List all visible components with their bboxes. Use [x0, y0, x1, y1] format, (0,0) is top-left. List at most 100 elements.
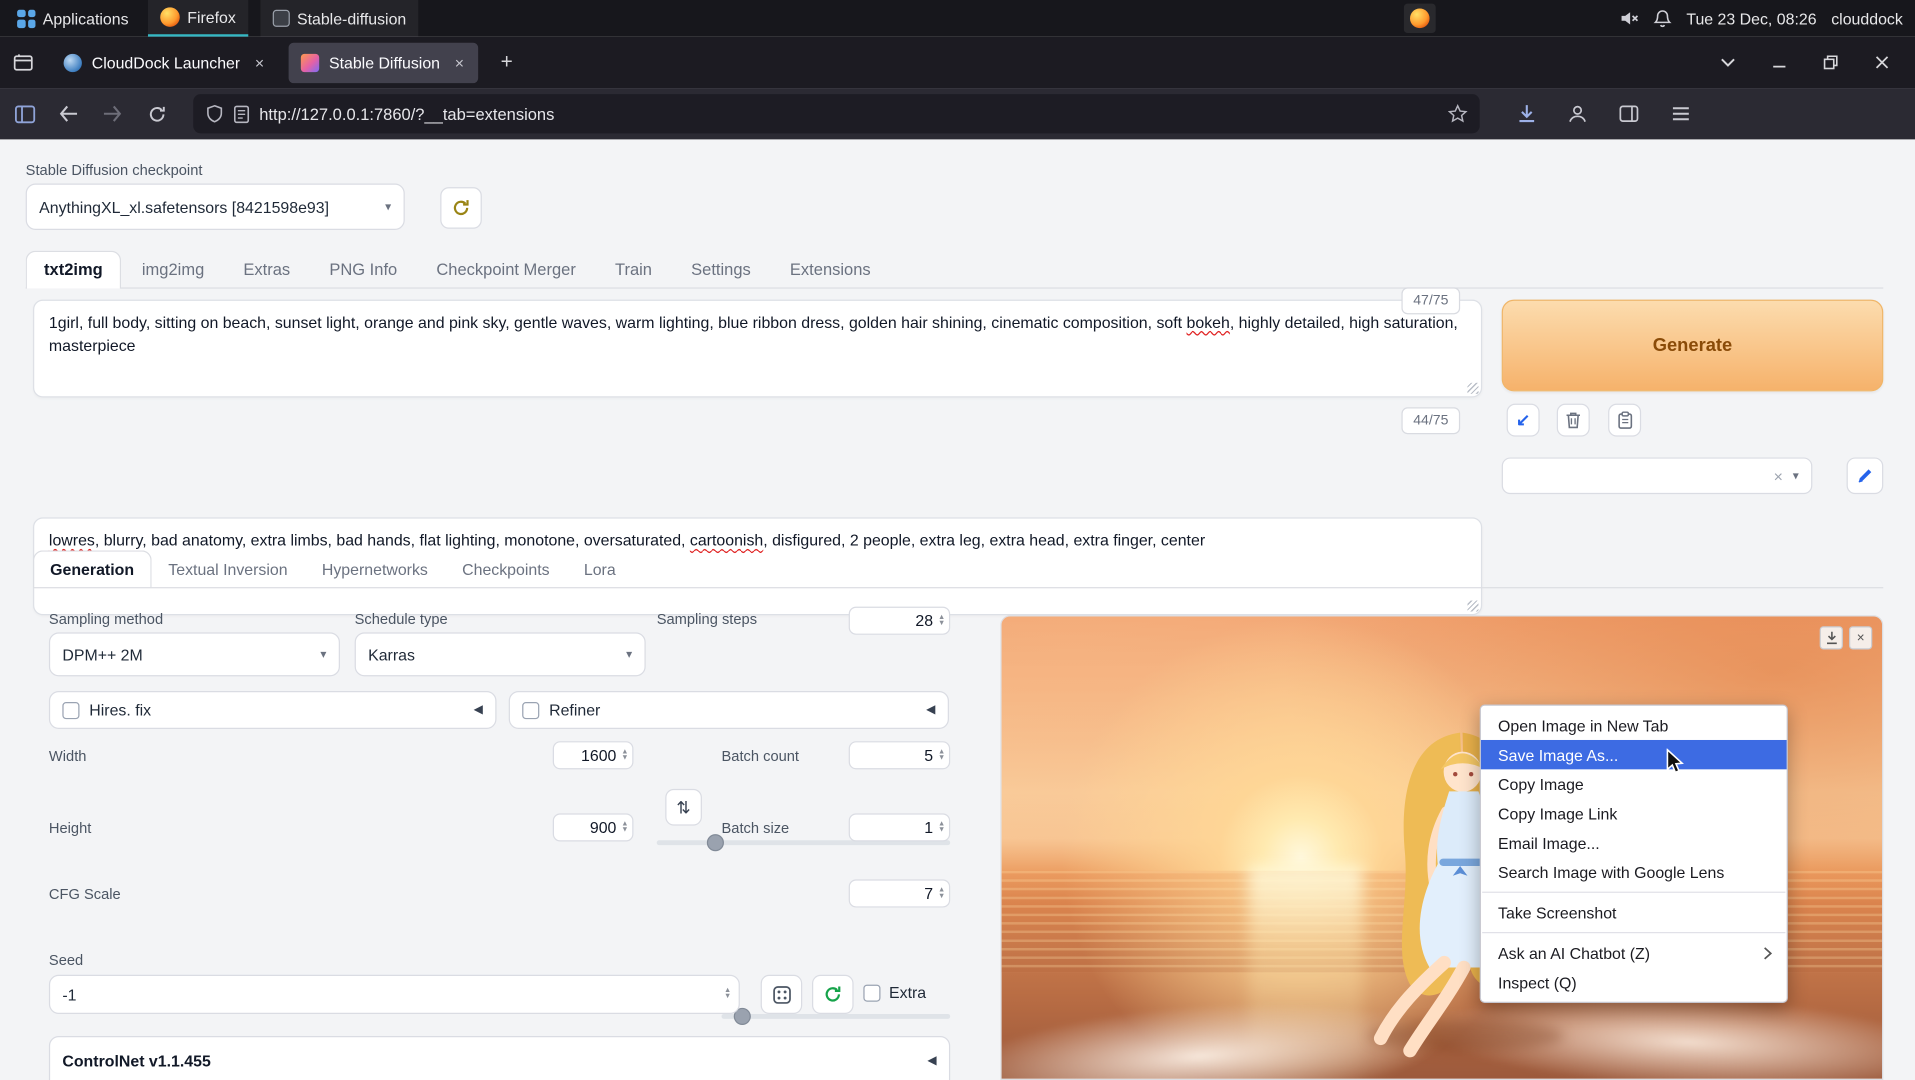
back-button[interactable] — [49, 95, 88, 132]
spinner-icons[interactable]: ▲▼ — [724, 988, 731, 1000]
generate-button[interactable]: Generate — [1502, 300, 1884, 392]
taskbar-username[interactable]: clouddock — [1831, 9, 1903, 27]
url-text[interactable]: http://127.0.0.1:7860/?__tab=extensions — [259, 105, 1438, 123]
url-bar[interactable]: http://127.0.0.1:7860/?__tab=extensions — [193, 94, 1479, 133]
edit-styles-button[interactable] — [1847, 457, 1884, 494]
menu-item-search-google-lens[interactable]: Search Image with Google Lens — [1481, 857, 1787, 886]
image-download-button[interactable] — [1820, 626, 1843, 649]
tab-txt2img[interactable]: txt2img — [26, 251, 121, 289]
tab-train[interactable]: Train — [597, 251, 671, 289]
tab-close-icon[interactable]: × — [250, 53, 269, 71]
refiner-checkbox[interactable] — [522, 701, 539, 718]
bookmark-star-icon[interactable] — [1448, 104, 1468, 124]
spinner-icons[interactable]: ▲▼ — [938, 821, 945, 833]
tab-close-icon[interactable]: × — [450, 53, 469, 71]
spinner-icons[interactable]: ▲▼ — [938, 749, 945, 761]
tab-extensions[interactable]: Extensions — [772, 251, 889, 289]
tab-img2img[interactable]: img2img — [124, 251, 223, 289]
taskbar-clock[interactable]: Tue 23 Dec, 08:26 — [1686, 9, 1816, 27]
firefox-dock-launcher[interactable] — [1404, 4, 1436, 33]
menu-item-inspect[interactable]: Inspect (Q) — [1481, 967, 1787, 996]
notifications-bell-icon[interactable] — [1653, 9, 1671, 29]
menu-item-email-image[interactable]: Email Image... — [1481, 828, 1787, 857]
reload-button[interactable] — [137, 95, 176, 132]
cfg-scale-input[interactable]: 7 ▲▼ — [849, 879, 951, 907]
menu-item-copy-image[interactable]: Copy Image — [1481, 769, 1787, 798]
batch-count-input[interactable]: 5 ▲▼ — [849, 741, 951, 769]
subtab-hypernetworks[interactable]: Hypernetworks — [305, 550, 445, 588]
menu-item-copy-image-link[interactable]: Copy Image Link — [1481, 799, 1787, 828]
hires-fix-checkbox[interactable] — [62, 701, 79, 718]
browser-tab-clouddock[interactable]: CloudDock Launcher × — [51, 42, 278, 82]
tab-png-info[interactable]: PNG Info — [311, 251, 416, 289]
browser-tab-stable-diffusion[interactable]: Stable Diffusion × — [289, 42, 479, 82]
clouddock-favicon — [64, 53, 82, 71]
hires-fix-accordion[interactable]: Hires. fix ◀ — [49, 691, 497, 729]
account-icon[interactable] — [1558, 95, 1597, 132]
tab-extras[interactable]: Extras — [225, 251, 308, 289]
list-all-tabs-button[interactable] — [1712, 46, 1744, 78]
spinner-icons[interactable]: ▲▼ — [938, 887, 945, 899]
downloads-icon[interactable] — [1507, 95, 1546, 132]
forward-button[interactable] — [93, 95, 132, 132]
apply-styles-button[interactable] — [1608, 404, 1641, 437]
sampling-method-select[interactable]: DPM++ 2M ▾ — [49, 632, 340, 676]
refresh-checkpoint-button[interactable] — [440, 187, 482, 229]
taskbar-window-firefox[interactable]: Firefox — [148, 0, 248, 37]
tab-divider — [26, 287, 1884, 288]
subtab-textual-inversion[interactable]: Textual Inversion — [151, 550, 305, 588]
reuse-seed-button[interactable] — [812, 975, 854, 1014]
clear-prompt-button[interactable] — [1557, 404, 1590, 437]
menu-item-ask-ai-chatbot[interactable]: Ask an AI Chatbot (Z) — [1481, 938, 1787, 967]
tab-settings[interactable]: Settings — [673, 251, 769, 289]
menu-item-save-image-as[interactable]: Save Image As... — [1481, 740, 1787, 769]
width-input[interactable]: 1600 ▲▼ — [553, 741, 634, 769]
schedule-type-select[interactable]: Karras ▾ — [355, 632, 646, 676]
page-info-icon[interactable] — [234, 105, 250, 123]
height-label: Height — [49, 819, 91, 836]
clear-styles-icon[interactable]: × — [1774, 467, 1783, 485]
batch-size-input[interactable]: 1 ▲▼ — [849, 813, 951, 841]
seed-input[interactable]: -1 ▲▼ — [49, 975, 740, 1014]
checkpoint-dropdown[interactable]: AnythingXL_xl.safetensors [8421598e93] ▾ — [26, 183, 405, 229]
subtab-checkpoints[interactable]: Checkpoints — [445, 550, 567, 588]
collapse-arrow-icon[interactable]: ◀ — [474, 703, 483, 716]
tracking-shield-icon[interactable] — [205, 104, 223, 124]
menu-item-open-image[interactable]: Open Image in New Tab — [1481, 711, 1787, 740]
volume-muted-icon[interactable] — [1619, 9, 1639, 29]
resize-grip-icon[interactable] — [1467, 601, 1478, 612]
height-input[interactable]: 900 ▲▼ — [553, 813, 634, 841]
window-restore-button[interactable] — [1815, 46, 1847, 78]
swap-dimensions-button[interactable]: ⇅ — [665, 789, 702, 826]
hamburger-menu-icon[interactable] — [1661, 95, 1700, 132]
tab-manager-icon[interactable] — [12, 51, 34, 73]
applications-menu-button[interactable]: Applications — [10, 0, 136, 37]
extra-seed-checkbox[interactable] — [863, 985, 880, 1002]
random-seed-button[interactable] — [761, 975, 803, 1014]
prompt-token-counter: 47/75 — [1401, 287, 1460, 314]
extension-sidebar-icon[interactable] — [5, 95, 44, 132]
collapse-arrow-icon[interactable]: ◀ — [927, 1054, 936, 1067]
slider-handle[interactable] — [707, 834, 724, 851]
controlnet-accordion[interactable]: ControlNet v1.1.455 ◀ — [49, 1036, 950, 1080]
new-tab-button[interactable]: + — [488, 48, 525, 77]
prompt-textarea[interactable]: 1girl, full body, sitting on beach, suns… — [33, 300, 1482, 398]
image-close-button[interactable]: × — [1849, 626, 1872, 649]
paste-parameters-button[interactable]: ↙ — [1507, 404, 1540, 437]
window-close-button[interactable] — [1866, 46, 1898, 78]
window-minimize-button[interactable] — [1763, 46, 1795, 78]
spinner-icons[interactable]: ▲▼ — [621, 749, 628, 761]
taskbar-window-stable-diffusion[interactable]: Stable-diffusion — [260, 0, 418, 37]
resize-grip-icon[interactable] — [1467, 383, 1478, 394]
spinner-icons[interactable]: ▲▼ — [938, 615, 945, 627]
styles-dropdown[interactable]: × ▾ — [1502, 457, 1813, 494]
subtab-generation[interactable]: Generation — [33, 550, 151, 588]
sampling-steps-input[interactable]: 28 ▲▼ — [849, 607, 951, 635]
spinner-icons[interactable]: ▲▼ — [621, 821, 628, 833]
subtab-lora[interactable]: Lora — [567, 550, 633, 588]
menu-item-take-screenshot[interactable]: Take Screenshot — [1481, 898, 1787, 927]
collapse-arrow-icon[interactable]: ◀ — [926, 703, 935, 716]
sidebar-toggle-icon[interactable] — [1609, 95, 1648, 132]
tab-checkpoint-merger[interactable]: Checkpoint Merger — [418, 251, 594, 289]
refiner-accordion[interactable]: Refiner ◀ — [509, 691, 949, 729]
